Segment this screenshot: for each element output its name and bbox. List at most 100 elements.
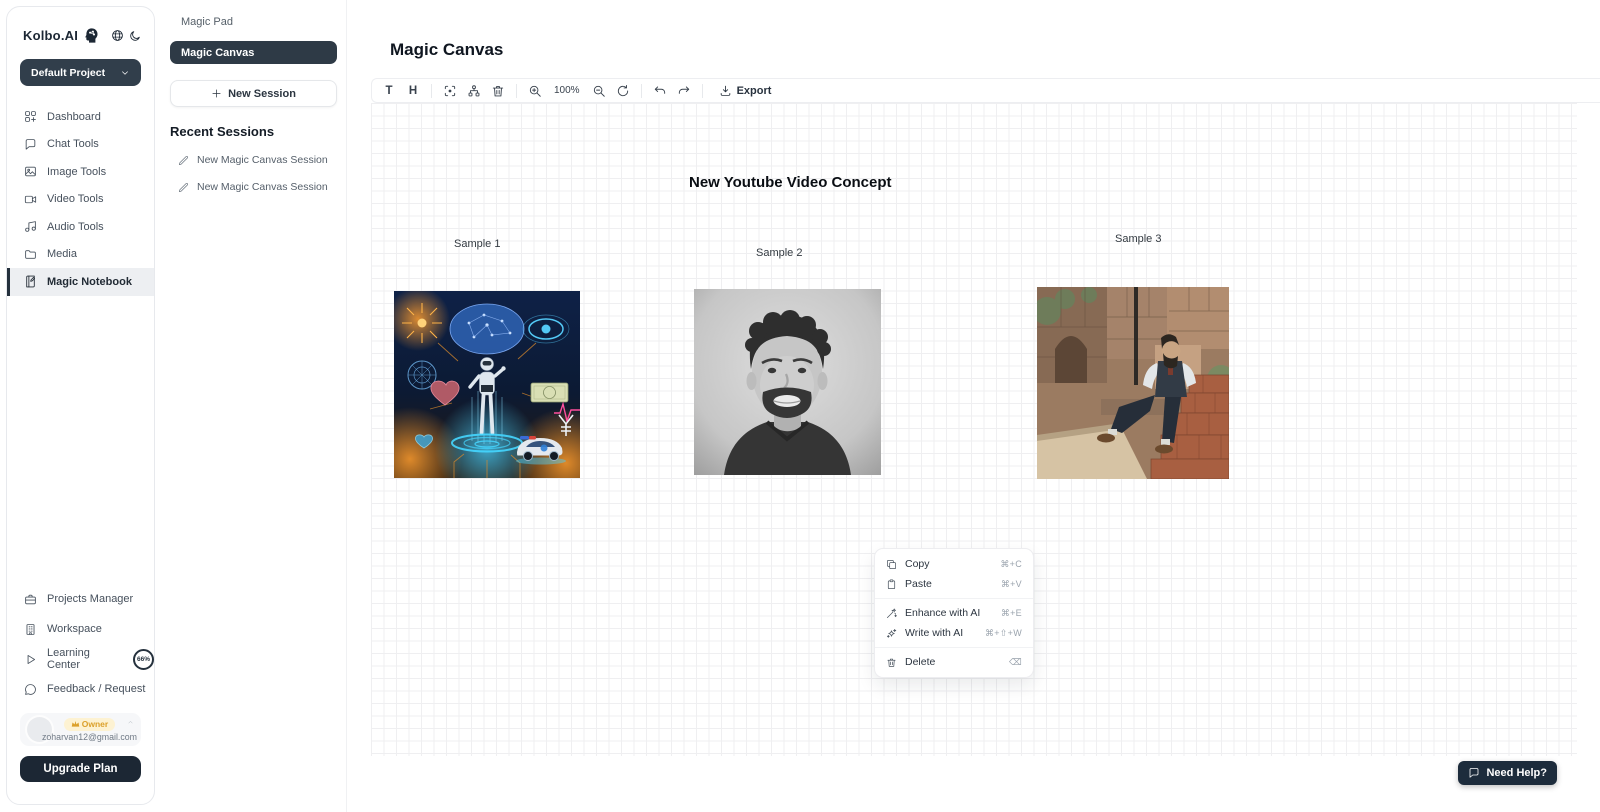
toolbar-divider [702,84,703,98]
text-tool-button[interactable]: T [378,81,400,100]
sample-3-label[interactable]: Sample 3 [1115,233,1161,245]
trash-icon [491,84,505,98]
context-menu-label: Delete [905,656,935,668]
zoom-out-button[interactable] [588,81,610,100]
toolbar-divider [516,84,517,98]
sidebar-item-workspace[interactable]: Workspace [7,614,154,644]
undo-button[interactable] [649,81,671,100]
tab-magic-canvas[interactable]: Magic Canvas [170,41,337,64]
zoom-level[interactable]: 100% [548,85,586,96]
copy-icon [886,559,897,570]
rotate-icon [616,84,630,98]
heading-tool-button[interactable]: H [402,81,424,100]
sidebar-item-image-tools[interactable]: Image Tools [7,158,154,186]
sample-1-label[interactable]: Sample 1 [454,238,500,250]
sidebar-item-feedback-request[interactable]: Feedback / Request [7,674,154,704]
context-menu-shortcut: ⌘+V [1001,579,1022,590]
sparkles-icon [886,628,897,639]
context-menu-item-delete[interactable]: Delete ⌫ [875,652,1033,672]
notebook-icon [24,275,37,288]
play-icon [24,653,37,666]
chat-bubble-icon [1468,767,1480,779]
session-item-label: New Magic Canvas Session [197,181,328,193]
image-icon [24,165,37,178]
sidebar-item-label: Learning Center [47,647,122,671]
sidebar-footer-nav: Projects Manager Workspace Learning Cent… [7,584,154,704]
new-session-button[interactable]: New Session [170,80,337,107]
sample-3-image-man-on-ruins[interactable] [1037,287,1229,479]
plus-icon [211,88,222,99]
export-button[interactable]: Export [710,84,781,97]
reset-view-button[interactable] [612,81,634,100]
sidebar-nav: Dashboard Chat Tools Image Tools Video T… [7,103,154,296]
canvas-heading-text[interactable]: New Youtube Video Concept [689,174,892,191]
tab-magic-pad[interactable]: Magic Pad [156,0,346,28]
workflow-tool-button[interactable] [463,81,485,100]
context-menu-item-enhance-with-ai[interactable]: Enhance with AI ⌘+E [875,603,1033,623]
sidebar-item-learning-center[interactable]: Learning Center 66% [7,644,154,674]
context-menu-label: Copy [905,558,930,570]
context-menu-item-paste[interactable]: Paste ⌘+V [875,574,1033,594]
magic-canvas-grid[interactable]: New Youtube Video Concept Sample 1 Sampl… [371,103,1577,756]
sidebar-item-dashboard[interactable]: Dashboard [7,103,154,131]
zoom-in-button[interactable] [524,81,546,100]
delete-tool-button[interactable] [487,81,509,100]
video-icon [24,193,37,206]
sidebar-item-label: Magic Notebook [47,276,132,288]
toolbar-divider [641,84,642,98]
session-panel: Magic Pad Magic Canvas New Session Recen… [156,0,347,812]
context-menu-shortcut: ⌫ [1009,657,1022,668]
feedback-icon [24,683,37,696]
sidebar-item-label: Image Tools [47,166,106,178]
pencil-icon [178,155,189,166]
tab-magic-pad-label: Magic Pad [181,16,233,28]
redo-button[interactable] [673,81,695,100]
sample-1-image-ai-robot-collage[interactable] [394,291,580,478]
select-region-icon [443,84,457,98]
upgrade-plan-button[interactable]: Upgrade Plan [20,756,141,782]
audio-icon [24,220,37,233]
redo-icon [677,84,691,98]
sidebar-item-label: Chat Tools [47,138,99,150]
session-list-item[interactable]: New Magic Canvas Session [178,181,346,193]
context-menu: Copy ⌘+C Paste ⌘+V Enhance with AI ⌘+E W… [874,548,1034,678]
sidebar-item-chat-tools[interactable]: Chat Tools [7,131,154,159]
sidebar-item-label: Workspace [47,623,102,635]
undo-icon [653,84,667,98]
sidebar-item-magic-notebook[interactable]: Magic Notebook [7,268,154,296]
context-menu-item-write-with-ai[interactable]: Write with AI ⌘+⇧+W [875,623,1033,643]
context-menu-item-copy[interactable]: Copy ⌘+C [875,554,1033,574]
session-list-item[interactable]: New Magic Canvas Session [178,154,346,166]
sidebar-item-label: Feedback / Request [47,683,145,695]
upgrade-plan-label: Upgrade Plan [43,763,117,775]
toolbar-divider [431,84,432,98]
head-circuit-icon [83,27,100,44]
project-selector[interactable]: Default Project [20,59,141,86]
sidebar-item-label: Dashboard [47,111,101,123]
globe-icon[interactable] [111,29,124,42]
sidebar-item-video-tools[interactable]: Video Tools [7,186,154,214]
moon-icon[interactable] [129,30,141,42]
sample-2-image-bw-portrait[interactable] [694,289,881,475]
sidebar-item-audio-tools[interactable]: Audio Tools [7,213,154,241]
brand-row: Kolbo.AI [7,7,154,44]
building-icon [24,623,37,636]
context-menu-divider [875,647,1033,648]
role-badge-label: Owner [82,719,108,729]
need-help-button[interactable]: Need Help? [1458,761,1557,785]
context-menu-shortcut: ⌘+E [1001,608,1022,619]
chevron-down-icon [120,68,130,78]
select-region-button[interactable] [439,81,461,100]
role-badge: Owner [64,718,115,731]
workflow-icon [467,84,481,98]
sidebar-item-projects-manager[interactable]: Projects Manager [7,584,154,614]
sidebar-item-media[interactable]: Media [7,241,154,269]
user-account-card[interactable]: Owner zoharvan12@gmail.com [20,713,141,746]
sidebar-item-label: Media [47,248,77,260]
new-session-label: New Session [228,88,296,100]
context-menu-label: Write with AI [905,627,963,639]
pencil-icon [178,182,189,193]
download-icon [719,84,732,97]
sample-2-label[interactable]: Sample 2 [756,247,802,259]
dashboard-icon [24,110,37,123]
